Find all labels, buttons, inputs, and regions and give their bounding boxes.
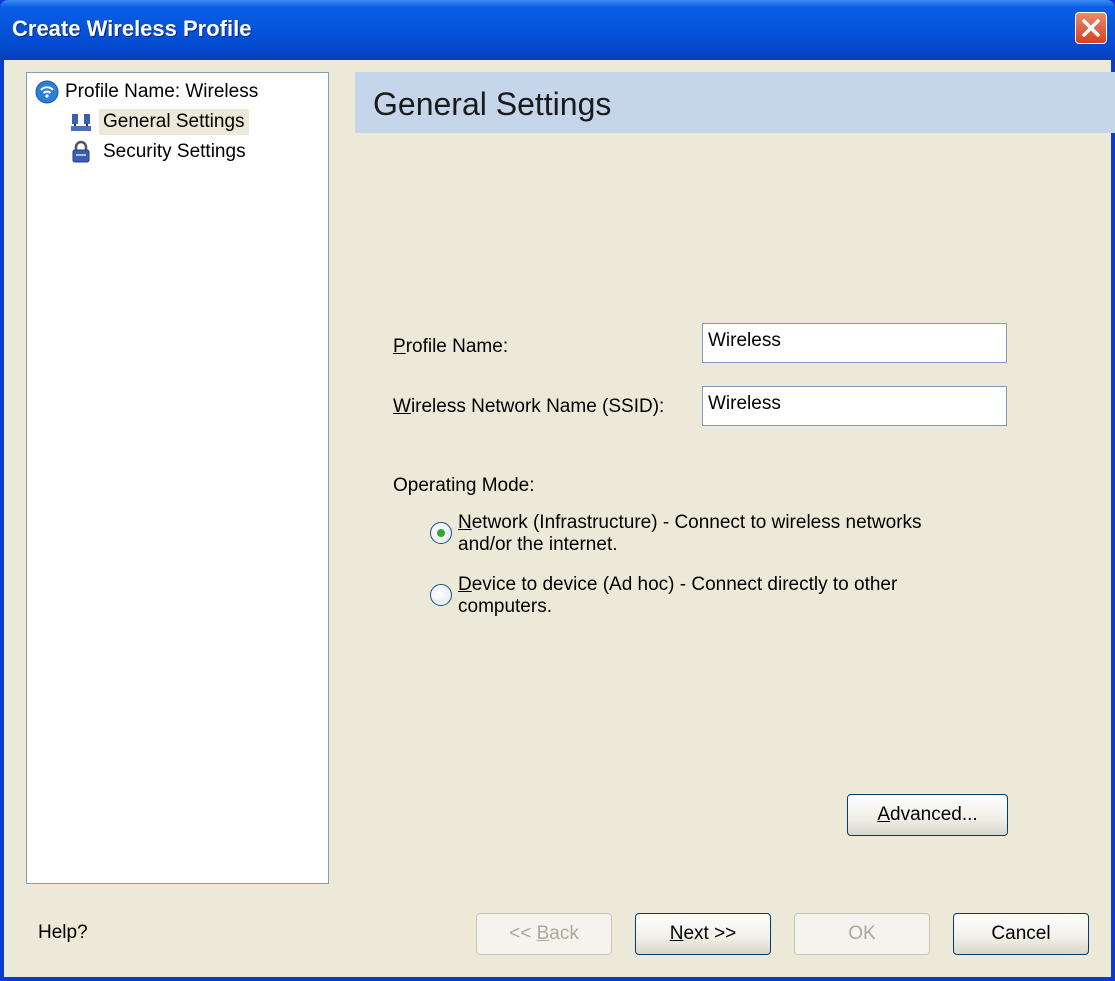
profile-name-label: Profile Name: (393, 336, 509, 357)
dialog-window: Create Wireless Profile Profile Name: Wi… (0, 0, 1115, 981)
tree-item-label: Security Settings (103, 141, 246, 162)
profile-name-input[interactable]: Wireless (702, 323, 1007, 363)
tree-root-label: Profile Name: Wireless (65, 81, 259, 102)
section-header: General Settings (355, 72, 1115, 133)
infrastructure-radio[interactable] (430, 522, 452, 544)
back-button[interactable]: << Back (476, 913, 612, 955)
advanced-button[interactable]: Advanced... (847, 794, 1008, 836)
ssid-label: Wireless Network Name (SSID): (393, 396, 665, 417)
title-bar[interactable]: Create Wireless Profile (0, 0, 1115, 60)
tree-item-security-settings[interactable]: Security Settings (69, 137, 250, 167)
mode-infrastructure-option[interactable]: Network (Infrastructure) - Connect to wi… (430, 512, 922, 556)
profile-tree: Profile Name: Wireless General Settings (26, 72, 329, 884)
close-button[interactable] (1075, 12, 1107, 44)
dialog-body: Profile Name: Wireless General Settings (4, 60, 1115, 977)
operating-mode-label: Operating Mode: (393, 475, 535, 496)
wireless-icon (35, 80, 59, 104)
help-link[interactable]: Help? (38, 922, 88, 944)
adhoc-radio[interactable] (430, 584, 452, 606)
lock-icon (72, 140, 90, 163)
ok-button[interactable]: OK (794, 913, 930, 955)
tree-root[interactable]: Profile Name: Wireless (35, 77, 262, 107)
radio-selected-dot (437, 529, 445, 537)
cancel-button[interactable]: Cancel (953, 913, 1089, 955)
infrastructure-radio-label: Network (Infrastructure) - Connect to wi… (458, 512, 922, 555)
window-title: Create Wireless Profile (12, 16, 252, 41)
tree-item-general-settings[interactable]: General Settings (69, 107, 249, 137)
ssid-input[interactable]: Wireless (702, 386, 1007, 426)
mode-adhoc-option[interactable]: Device to device (Ad hoc) - Connect dire… (430, 574, 897, 618)
network-icon (71, 114, 91, 131)
next-button[interactable]: Next >> (635, 913, 771, 955)
adhoc-radio-label: Device to device (Ad hoc) - Connect dire… (458, 574, 898, 617)
section-title: General Settings (373, 86, 612, 122)
tree-item-label: General Settings (99, 109, 249, 135)
close-icon (1082, 19, 1100, 37)
